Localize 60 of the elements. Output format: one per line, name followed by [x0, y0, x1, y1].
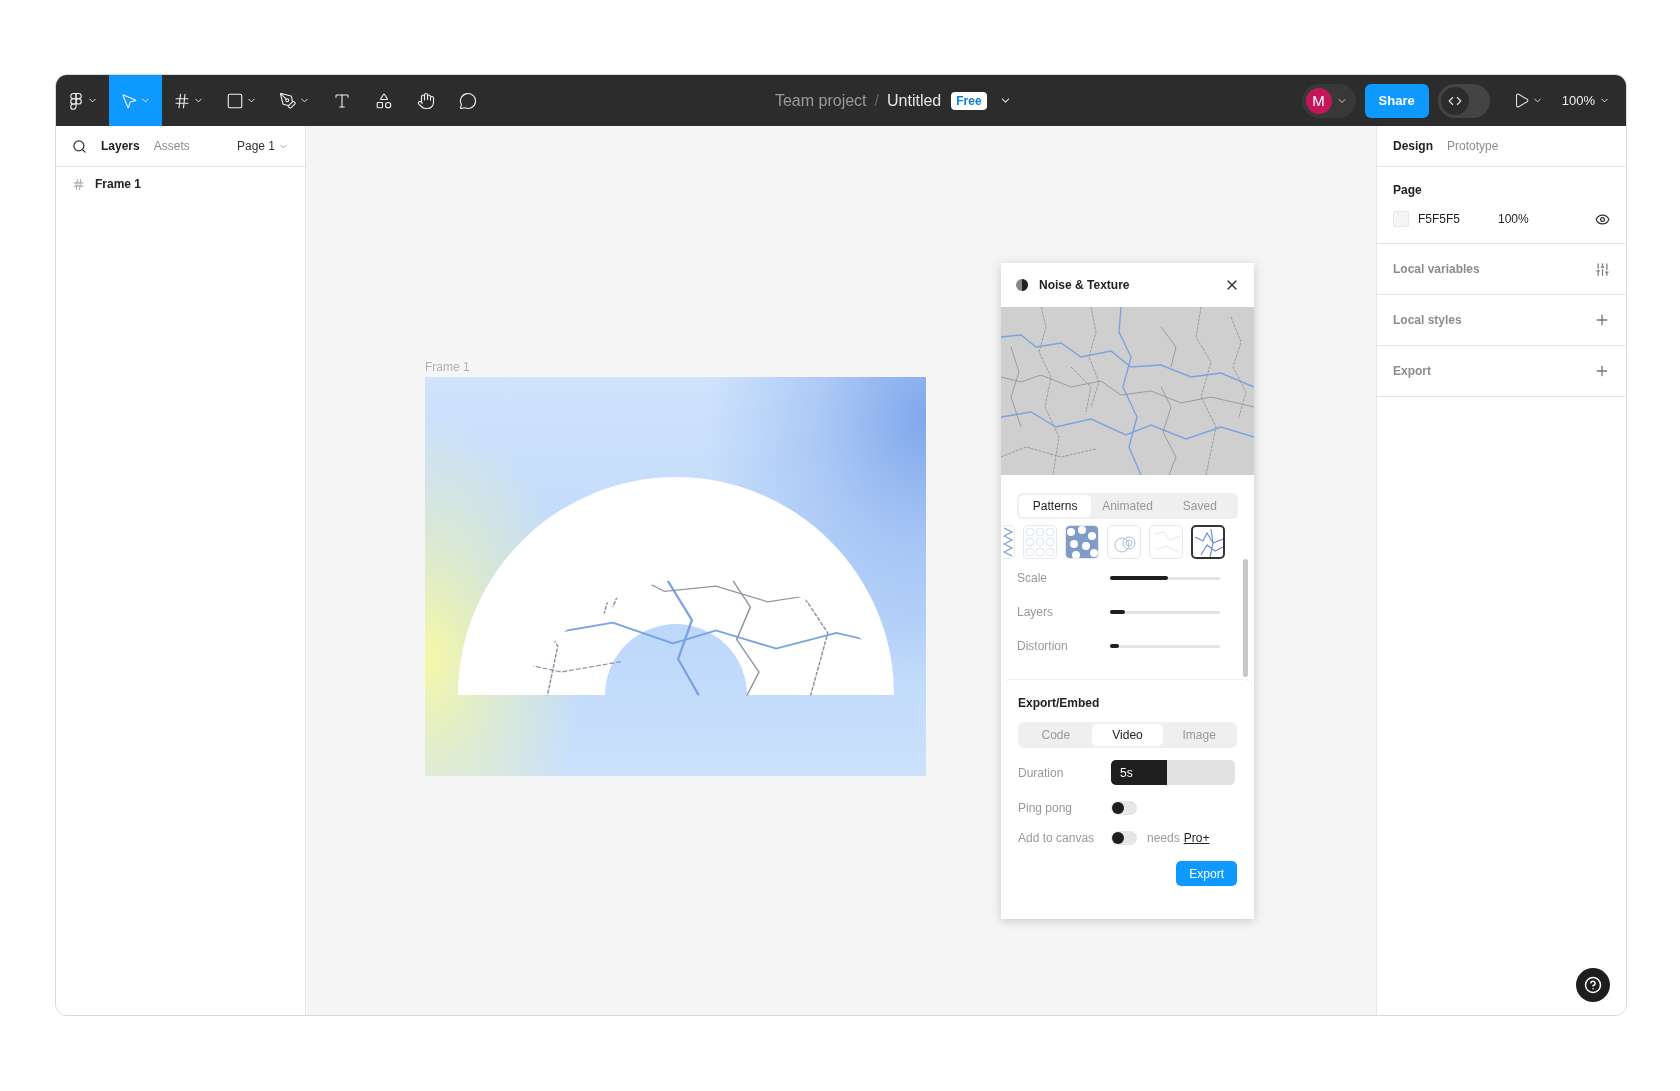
pointer-icon: [120, 91, 138, 110]
field-label: Duration: [1018, 765, 1065, 780]
toggle-switch[interactable]: [1111, 831, 1137, 845]
plus-icon[interactable]: [1594, 363, 1610, 379]
panel-tab[interactable]: Layers: [101, 139, 140, 153]
dev-mode-toggle[interactable]: [1437, 83, 1490, 118]
plus-icon[interactable]: [1594, 312, 1610, 328]
share-button[interactable]: Share: [1364, 83, 1429, 118]
section-title: Export/Embed: [1018, 696, 1101, 710]
section-title[interactable]: Local variables: [1393, 262, 1480, 276]
sliders-icon[interactable]: [1595, 261, 1610, 277]
upgrade-link[interactable]: Pro+: [1183, 831, 1210, 845]
opacity-value[interactable]: 100%: [1498, 212, 1595, 226]
layer-name[interactable]: Frame 1: [95, 177, 142, 191]
toggle-switch[interactable]: [1111, 801, 1137, 815]
pen-icon: [279, 91, 297, 110]
avatar: M: [1305, 87, 1332, 114]
export-tab[interactable]: Video: [1091, 724, 1164, 746]
export-button[interactable]: Export: [1176, 861, 1237, 886]
plan-badge: Free: [951, 91, 987, 110]
comment-icon: [459, 91, 477, 110]
duration-value: 5s: [1119, 765, 1133, 780]
shapes-icon: [375, 91, 393, 110]
help-button[interactable]: [1576, 968, 1610, 1002]
hand-icon: [417, 91, 435, 110]
rectangle-icon: [226, 91, 244, 110]
slider-label: Scale: [1017, 571, 1049, 585]
toggle-note: needs: [1147, 831, 1180, 845]
eye-icon[interactable]: [1595, 211, 1610, 227]
section-title: Page: [1393, 183, 1423, 197]
section-title[interactable]: Local styles: [1393, 313, 1462, 327]
color-hex[interactable]: F5F5F5: [1418, 212, 1498, 226]
plugin-tab[interactable]: Patterns: [1019, 495, 1092, 517]
project-name[interactable]: Team project: [774, 91, 867, 110]
figma-logo-icon: [67, 91, 85, 110]
file-name[interactable]: Untitled: [887, 91, 942, 110]
slider-label: Distortion: [1017, 639, 1069, 653]
breadcrumb-separator: /: [874, 91, 879, 110]
scrollbar[interactable]: [1243, 559, 1248, 677]
text-icon: [333, 91, 351, 110]
color-swatch[interactable]: [1393, 211, 1409, 227]
panel-tab[interactable]: Design: [1393, 139, 1433, 153]
half-circle-icon: [1015, 278, 1029, 292]
panel-tab[interactable]: Assets: [153, 139, 190, 153]
pattern-thumbnail[interactable]: [1191, 525, 1225, 559]
slider-label: Layers: [1017, 605, 1055, 619]
section-title[interactable]: Export: [1393, 364, 1431, 378]
page-selector[interactable]: Page 1: [236, 139, 289, 153]
plugin-title: Noise & Texture: [1039, 278, 1131, 292]
panel-tab[interactable]: Prototype: [1447, 139, 1499, 153]
help-icon: [1584, 976, 1602, 994]
toggle-label: Ping pong: [1018, 801, 1074, 815]
avatar-menu-button[interactable]: M: [1301, 83, 1356, 118]
slider[interactable]: [1110, 576, 1220, 580]
toggle-label: Add to canvas: [1018, 831, 1096, 845]
search-icon[interactable]: [72, 138, 87, 154]
duration-slider[interactable]: 5s: [1111, 760, 1235, 785]
frame-icon: [173, 91, 191, 110]
frame-icon: [72, 177, 85, 191]
zoom-menu-button[interactable]: 100%: [1555, 92, 1616, 109]
